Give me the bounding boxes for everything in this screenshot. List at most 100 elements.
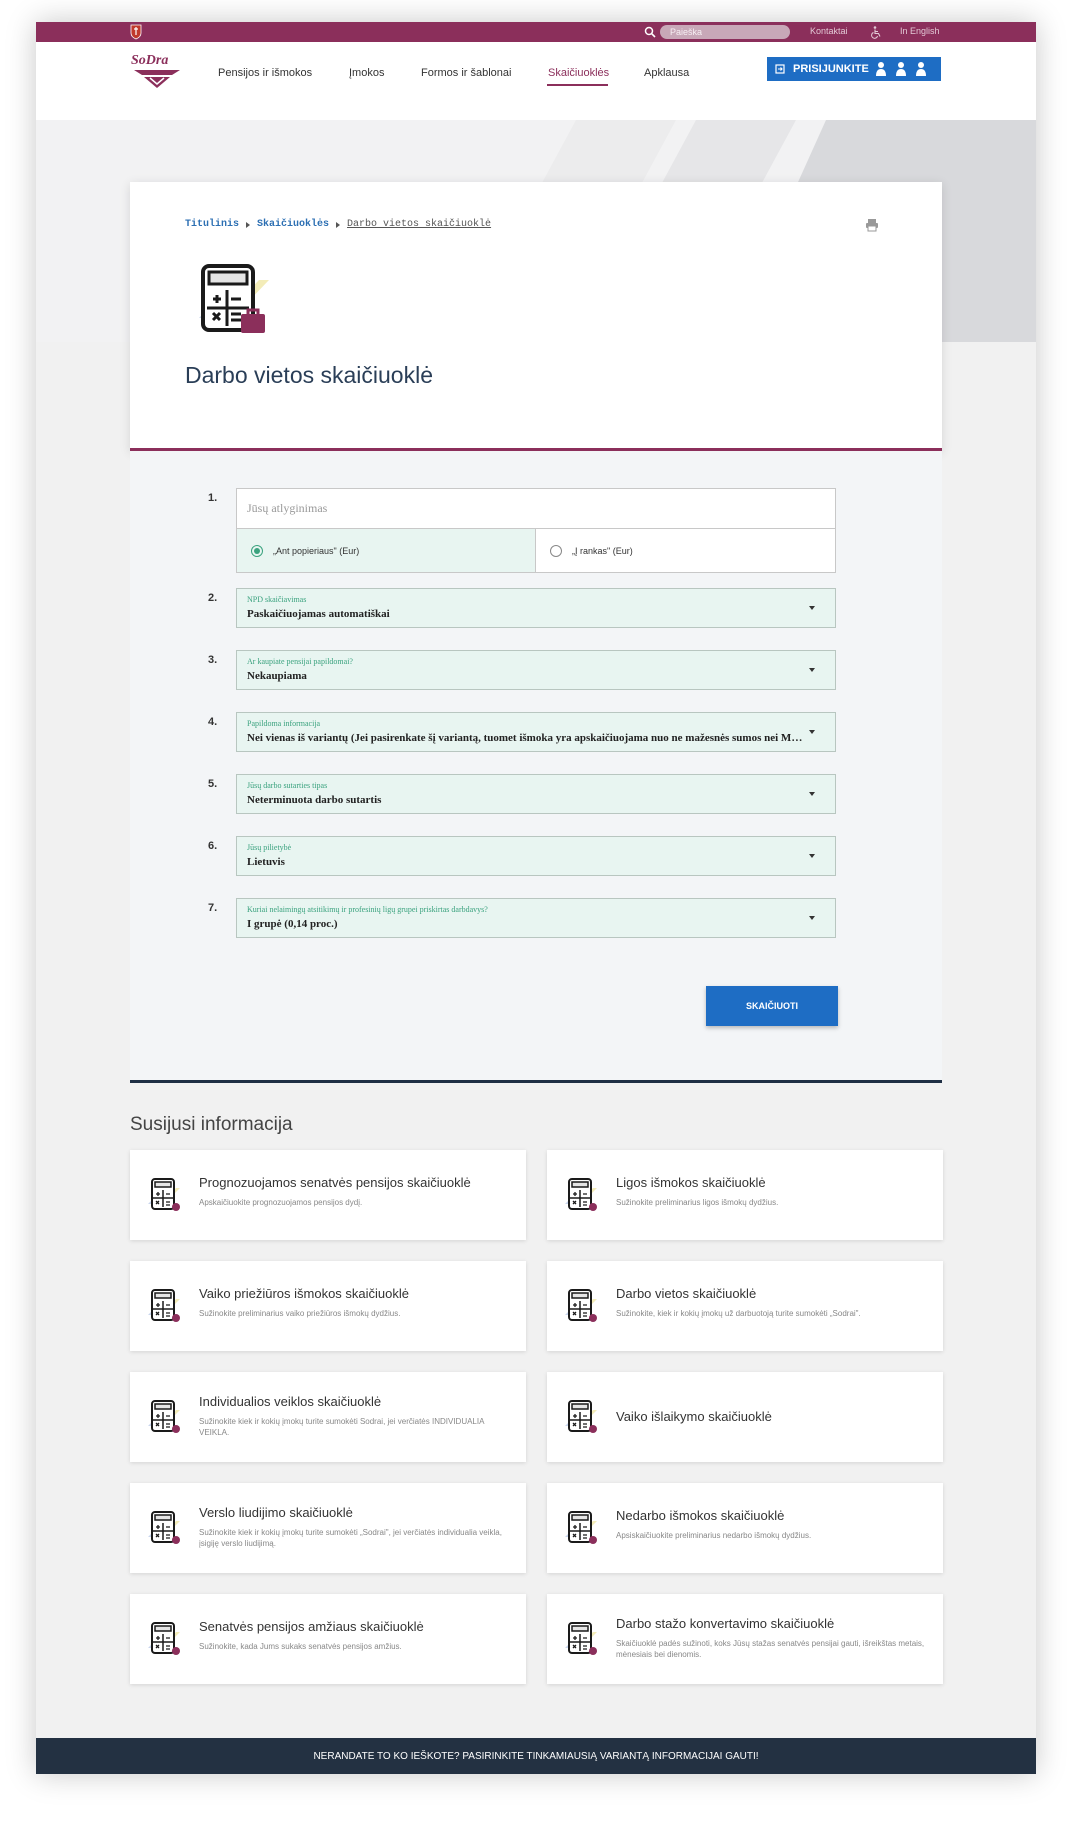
caret-down-icon bbox=[809, 854, 815, 858]
breadcrumb: Titulinis Skaičiuoklės Darbo vietos skai… bbox=[185, 219, 491, 230]
calculator-briefcase-icon bbox=[565, 1289, 597, 1322]
accident-group-select[interactable]: Kuriai nelaimingų atsitikimų ir profesin… bbox=[236, 898, 836, 938]
radio-unselected-icon[interactable] bbox=[550, 544, 562, 557]
login-label: PRISIJUNKITE bbox=[793, 63, 869, 75]
related-card-desc: Apskaičiuokite prognozuojamos pensijos d… bbox=[199, 1198, 363, 1207]
calculator-timer-icon bbox=[148, 1622, 180, 1655]
step-number: 7. bbox=[208, 902, 218, 914]
step-number: 2. bbox=[208, 592, 218, 604]
calculator-form: 1. „Ant popieriaus" (Eur) „Į rankas" (Eu… bbox=[130, 451, 942, 1083]
select-value: Neterminuota darbo sutartis bbox=[247, 794, 382, 806]
related-card[interactable]: Prognozuojamos senatvės pensijos skaičiu… bbox=[130, 1150, 526, 1240]
related-card-desc: Sužinokite, kiek ir kokių įmokų už darbu… bbox=[616, 1309, 861, 1318]
accessibility-icon[interactable] bbox=[869, 25, 883, 39]
related-card-title: Ligos išmokos skaičiuoklė bbox=[616, 1175, 766, 1190]
select-value: Nei vienas iš variantų (Jei pasirenkate … bbox=[247, 732, 807, 744]
coat-of-arms-icon bbox=[130, 24, 142, 40]
select-value: Nekaupiama bbox=[247, 670, 307, 682]
related-card-title: Darbo stažo konvertavimo skaičiuoklė bbox=[616, 1616, 835, 1631]
nav-survey[interactable]: Apklausa bbox=[644, 67, 689, 79]
calculator-document-icon bbox=[148, 1511, 180, 1544]
caret-down-icon bbox=[809, 606, 815, 610]
sodra-logo[interactable]: SoDra bbox=[130, 50, 184, 90]
select-label: NPD skaičiavimas bbox=[247, 595, 307, 604]
select-value: I grupė (0,14 proc.) bbox=[247, 918, 338, 930]
nav-calculators[interactable]: Skaičiuoklės bbox=[548, 67, 609, 79]
related-card[interactable]: Individualios veiklos skaičiuoklė Sužinok… bbox=[130, 1372, 526, 1462]
search-icon[interactable] bbox=[644, 26, 656, 38]
english-link[interactable]: In English bbox=[900, 26, 940, 36]
nav-pensions[interactable]: Pensijos ir išmokos bbox=[218, 67, 312, 79]
salary-field-group: „Ant popieriaus" (Eur) „Į rankas" (Eur) bbox=[236, 488, 836, 573]
contract-type-select[interactable]: Jūsų darbo sutarties tipas Neterminuota … bbox=[236, 774, 836, 814]
related-card-desc: Skaičiuoklė padės sužinoti, koks Jūsų st… bbox=[616, 1639, 925, 1659]
radio-net-option[interactable]: „Į rankas" (Eur) bbox=[536, 529, 835, 572]
login-button[interactable]: PRISIJUNKITE bbox=[767, 57, 941, 81]
salary-input[interactable] bbox=[237, 489, 835, 529]
related-card[interactable]: Verslo liudijimo skaičiuoklė Sužinokite k… bbox=[130, 1483, 526, 1573]
contacts-link[interactable]: Kontaktai bbox=[810, 26, 848, 36]
related-card[interactable]: Darbo vietos skaičiuoklė Sužinokite, kiek… bbox=[547, 1261, 943, 1351]
step-number: 3. bbox=[208, 654, 218, 666]
npd-select[interactable]: NPD skaičiavimas Paskaičiuojamas automat… bbox=[236, 588, 836, 628]
radio-gross-option[interactable]: „Ant popieriaus" (Eur) bbox=[237, 529, 536, 572]
nav-active-underline bbox=[547, 84, 608, 86]
related-card[interactable]: Ligos išmokos skaičiuoklė Sužinokite prel… bbox=[547, 1150, 943, 1240]
step-number: 1. bbox=[208, 492, 218, 504]
related-card[interactable]: Vaiko išlaikymo skaičiuoklė bbox=[547, 1372, 943, 1462]
related-card-title: Vaiko išlaikymo skaičiuoklė bbox=[616, 1409, 772, 1424]
additional-info-select[interactable]: Papildoma informacija Nei vienas iš vari… bbox=[236, 712, 836, 752]
breadcrumb-home[interactable]: Titulinis bbox=[185, 219, 239, 230]
calculator-pen-icon bbox=[565, 1622, 597, 1655]
related-card-desc: Sužinokite preliminarius vaiko priežiūro… bbox=[199, 1309, 401, 1318]
print-icon[interactable] bbox=[865, 218, 879, 232]
calculator-stroller-icon bbox=[148, 1289, 180, 1322]
breadcrumb-calculators[interactable]: Skaičiuoklės bbox=[257, 219, 329, 230]
footer-banner[interactable]: NERANDATE TO KO IEŠKOTE? PASIRINKITE TIN… bbox=[36, 1738, 1036, 1774]
login-icon bbox=[775, 64, 785, 74]
user-roles-icon bbox=[875, 62, 926, 76]
main-header: SoDra Pensijos ir išmokos Įmokos Formos … bbox=[36, 42, 1036, 120]
related-card-title: Senatvės pensijos amžiaus skaičiuoklė bbox=[199, 1619, 424, 1634]
related-card-desc: Sužinokite preliminarius ligos išmokų dy… bbox=[616, 1198, 779, 1207]
calculator-tool-icon bbox=[148, 1400, 180, 1433]
related-card[interactable]: Senatvės pensijos amžiaus skaičiuoklė Suž… bbox=[130, 1594, 526, 1684]
radio-net-label: „Į rankas" (Eur) bbox=[572, 545, 633, 556]
calculator-doc-icon bbox=[565, 1511, 597, 1544]
calculate-button[interactable]: SKAIČIUOTI bbox=[706, 986, 838, 1026]
select-label: Kuriai nelaimingų atsitikimų ir profesin… bbox=[247, 905, 488, 914]
citizenship-select[interactable]: Jūsų pilietybė Lietuvis bbox=[236, 836, 836, 876]
related-card[interactable]: Darbo stažo konvertavimo skaičiuoklė Skai… bbox=[547, 1594, 943, 1684]
select-label: Jūsų darbo sutarties tipas bbox=[247, 781, 328, 790]
calculator-briefcase-icon bbox=[199, 264, 269, 333]
related-title: Susijusi informacija bbox=[130, 1114, 293, 1135]
step-number: 5. bbox=[208, 778, 218, 790]
nav-contributions[interactable]: Įmokos bbox=[349, 67, 384, 79]
nav-forms[interactable]: Formos ir šablonai bbox=[421, 67, 511, 79]
related-card-desc: Sužinokite, kada Jums sukaks senatvės pe… bbox=[199, 1642, 402, 1651]
related-card-desc: Sužinokite kiek ir kokių įmokų turite su… bbox=[199, 1417, 484, 1437]
select-label: Ar kaupiate pensijai papildomai? bbox=[247, 657, 353, 666]
pension-savings-select[interactable]: Ar kaupiate pensijai papildomai? Nekaupi… bbox=[236, 650, 836, 690]
search-input[interactable] bbox=[660, 25, 790, 39]
page-title: Darbo vietos skaičiuoklė bbox=[185, 362, 434, 388]
caret-down-icon bbox=[809, 730, 815, 734]
related-card[interactable]: Nedarbo išmokos skaičiuoklė Apsiskaičiuok… bbox=[547, 1483, 943, 1573]
select-label: Jūsų pilietybė bbox=[247, 843, 292, 852]
calculator-child-icon bbox=[565, 1400, 597, 1433]
breadcrumb-separator-icon bbox=[246, 221, 251, 228]
select-value: Paskaičiuojamas automatiškai bbox=[247, 608, 390, 620]
top-utility-bar: Kontaktai In English bbox=[36, 22, 1036, 42]
related-card-title: Vaiko priežiūros išmokos skaičiuoklė bbox=[199, 1286, 410, 1301]
related-card-title: Individualios veiklos skaičiuoklė bbox=[199, 1394, 382, 1409]
step-number: 6. bbox=[208, 840, 218, 852]
related-card[interactable]: Vaiko priežiūros išmokos skaičiuoklė Suži… bbox=[130, 1261, 526, 1351]
related-card-title: Darbo vietos skaičiuoklė bbox=[616, 1286, 757, 1301]
radio-selected-icon[interactable] bbox=[251, 544, 263, 557]
svg-text:SoDra: SoDra bbox=[131, 53, 168, 68]
caret-down-icon bbox=[809, 668, 815, 672]
related-card-title: Verslo liudijimo skaičiuoklė bbox=[199, 1505, 353, 1520]
page-frame: Kontaktai In English SoDra Pensijos ir i… bbox=[36, 22, 1036, 1774]
search-area bbox=[644, 25, 790, 39]
related-card-title: Nedarbo išmokos skaičiuoklė bbox=[616, 1508, 785, 1523]
